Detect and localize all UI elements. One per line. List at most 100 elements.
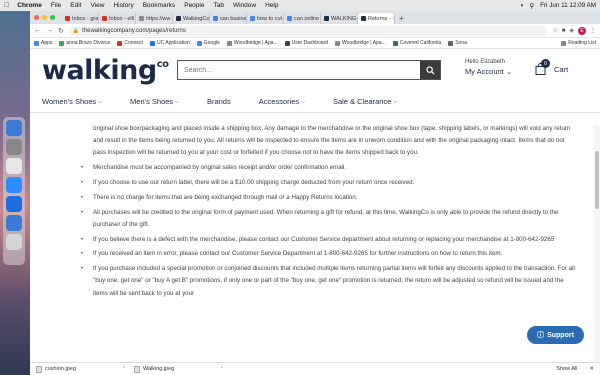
bookmark-item[interactable]: Woodbridge | Apa... (226, 40, 278, 46)
bookmark-label: Apps (41, 40, 53, 46)
browser-toolbar: ← → ↻ 🔒 thewalkingcompany.com/pages/retu… (30, 24, 600, 38)
address-bar[interactable]: 🔒 thewalkingcompany.com/pages/returns (68, 25, 548, 36)
app-store-icon[interactable] (6, 196, 22, 212)
cart-link[interactable]: 0 Cart (535, 59, 568, 75)
more-menu-icon[interactable]: ⋮ (590, 27, 596, 34)
extension-icon[interactable]: ■ (562, 28, 566, 34)
search-icon (425, 65, 435, 75)
chrome-icon[interactable] (6, 158, 22, 174)
apps-icon (34, 40, 39, 46)
tab-label: https://ww (146, 15, 171, 22)
page-icon (59, 40, 65, 46)
apple-icon[interactable]:  (4, 2, 9, 9)
downloads-icon[interactable] (6, 215, 22, 231)
reading-list-icon (561, 40, 567, 46)
browser-tab[interactable]: can busine (210, 13, 247, 24)
bookmarks-bar: Apps anna Brazo Divorce Connect UC Appli… (30, 38, 600, 49)
profile-avatar[interactable]: E (578, 26, 586, 35)
browser-tab[interactable]: https://ww (136, 13, 173, 24)
logo-text: walking (42, 54, 157, 86)
page-icon (335, 40, 341, 46)
tab-label: WALKING (331, 15, 357, 22)
bookmark-label: Sona (455, 40, 467, 46)
bookmark-item[interactable]: Woodbridge | Apa... (335, 40, 386, 46)
bookmark-item[interactable]: User Dashboard (284, 40, 328, 46)
chevron-down-icon: ⌵ (98, 98, 103, 105)
menu-history[interactable]: History (113, 2, 133, 9)
bookmark-item[interactable]: UC Application (149, 40, 190, 46)
help-icon: ⓘ (537, 332, 545, 339)
reload-icon[interactable]: ↻ (58, 27, 64, 35)
menu-edit[interactable]: Edit (70, 2, 81, 9)
menu-file[interactable]: File (51, 2, 61, 9)
nav-sale-clearance[interactable]: Sale & Clearance ⌵ (333, 97, 397, 106)
menu-help[interactable]: Help (265, 2, 278, 9)
cart-count-badge: 0 (541, 59, 550, 68)
page-icon (139, 16, 144, 21)
mac-menubar:  Chrome File Edit View History Bookmark… (0, 0, 600, 11)
new-tab-icon[interactable]: + (395, 13, 408, 24)
page-icon (392, 40, 398, 46)
zoom-icon[interactable] (6, 177, 22, 193)
tab-label: Inbox - elli (109, 15, 135, 22)
bookmark-item[interactable]: Sona (448, 40, 467, 46)
browser-tab[interactable]: WALKING (321, 13, 358, 24)
support-button[interactable]: ⓘ Support (527, 326, 584, 344)
browser-tab[interactable]: Inbox - gra (62, 13, 99, 24)
browser-tab[interactable]: WalkingCo (173, 13, 210, 24)
my-account-link[interactable]: My Account ⌄ (465, 67, 512, 76)
search-input[interactable] (178, 61, 420, 79)
close-window-icon[interactable] (34, 15, 39, 20)
tab-label: Inbox - gra (72, 15, 99, 22)
minimize-window-icon[interactable] (42, 15, 47, 20)
main-nav: Women's Shoes ⌵ Men's Shoes ⌵ Brands Acces… (30, 91, 600, 113)
nav-label: Brands (206, 97, 231, 106)
bookmark-item[interactable]: Apps (34, 40, 52, 46)
chevron-down-icon: ⌵ (301, 98, 305, 105)
bookmark-label: Google (203, 40, 220, 46)
settings-icon[interactable] (6, 139, 22, 155)
star-icon[interactable]: ☆ (552, 27, 557, 34)
google-icon (213, 16, 218, 21)
browser-tab[interactable]: how to cut (247, 13, 284, 24)
nav-accessories[interactable]: Accessories ⌵ (259, 97, 305, 106)
search-icon[interactable]: ⚲ (529, 2, 534, 10)
nav-mens-shoes[interactable]: Men's Shoes ⌵ (130, 97, 179, 106)
walkingco-icon (324, 16, 329, 21)
menu-people[interactable]: People (184, 2, 204, 9)
browser-tab[interactable]: can online (284, 13, 321, 24)
menu-bookmarks[interactable]: Bookmarks (143, 2, 176, 9)
bookmark-label: anna Brazo Divorce (66, 40, 111, 46)
wifi-icon[interactable]: ◑ (519, 2, 523, 9)
menu-tab[interactable]: Tab (213, 2, 223, 9)
menu-window[interactable]: Window (233, 2, 256, 9)
menu-chrome[interactable]: Chrome (17, 2, 42, 9)
lock-icon[interactable]: 🔒 (73, 28, 79, 34)
account-menu[interactable]: Hello Elizabeth My Account ⌄ (465, 59, 512, 76)
menubar-clock[interactable]: Fri Jun 11 12:09 AM (540, 2, 596, 9)
browser-tab[interactable]: Inbox - elli (99, 13, 136, 24)
browser-tab-active[interactable]: Returns -✕ (358, 13, 395, 24)
forward-icon[interactable]: → (46, 27, 53, 34)
finder-icon[interactable] (6, 120, 22, 136)
nav-brands[interactable]: Brands (207, 97, 231, 106)
extensions-puzzle-icon[interactable]: ◈ (569, 27, 574, 34)
google-icon (287, 16, 292, 21)
bookmark-item[interactable]: anna Brazo Divorce (59, 40, 110, 46)
bookmark-item[interactable]: Google (196, 40, 220, 46)
url-text: thewalkingcompany.com/pages/returns (82, 27, 186, 34)
reading-list[interactable]: Reading List (561, 40, 596, 46)
bookmark-item[interactable]: Covered California (392, 40, 441, 46)
trash-icon[interactable] (6, 234, 22, 250)
chevron-down-icon: ⌵ (393, 98, 398, 105)
walkingco-logo[interactable]: walkingco (42, 55, 169, 86)
chevron-down-icon: ⌵ (175, 98, 179, 105)
bookmark-label: UC Application (156, 40, 190, 46)
maximize-window-icon[interactable] (50, 15, 55, 20)
google-icon (250, 16, 255, 21)
search-button[interactable] (420, 61, 440, 79)
back-icon[interactable]: ← (34, 27, 41, 34)
menu-view[interactable]: View (91, 2, 105, 9)
bookmark-item[interactable]: Connect (117, 40, 143, 46)
nav-womens-shoes[interactable]: Women's Shoes ⌵ (42, 97, 102, 106)
